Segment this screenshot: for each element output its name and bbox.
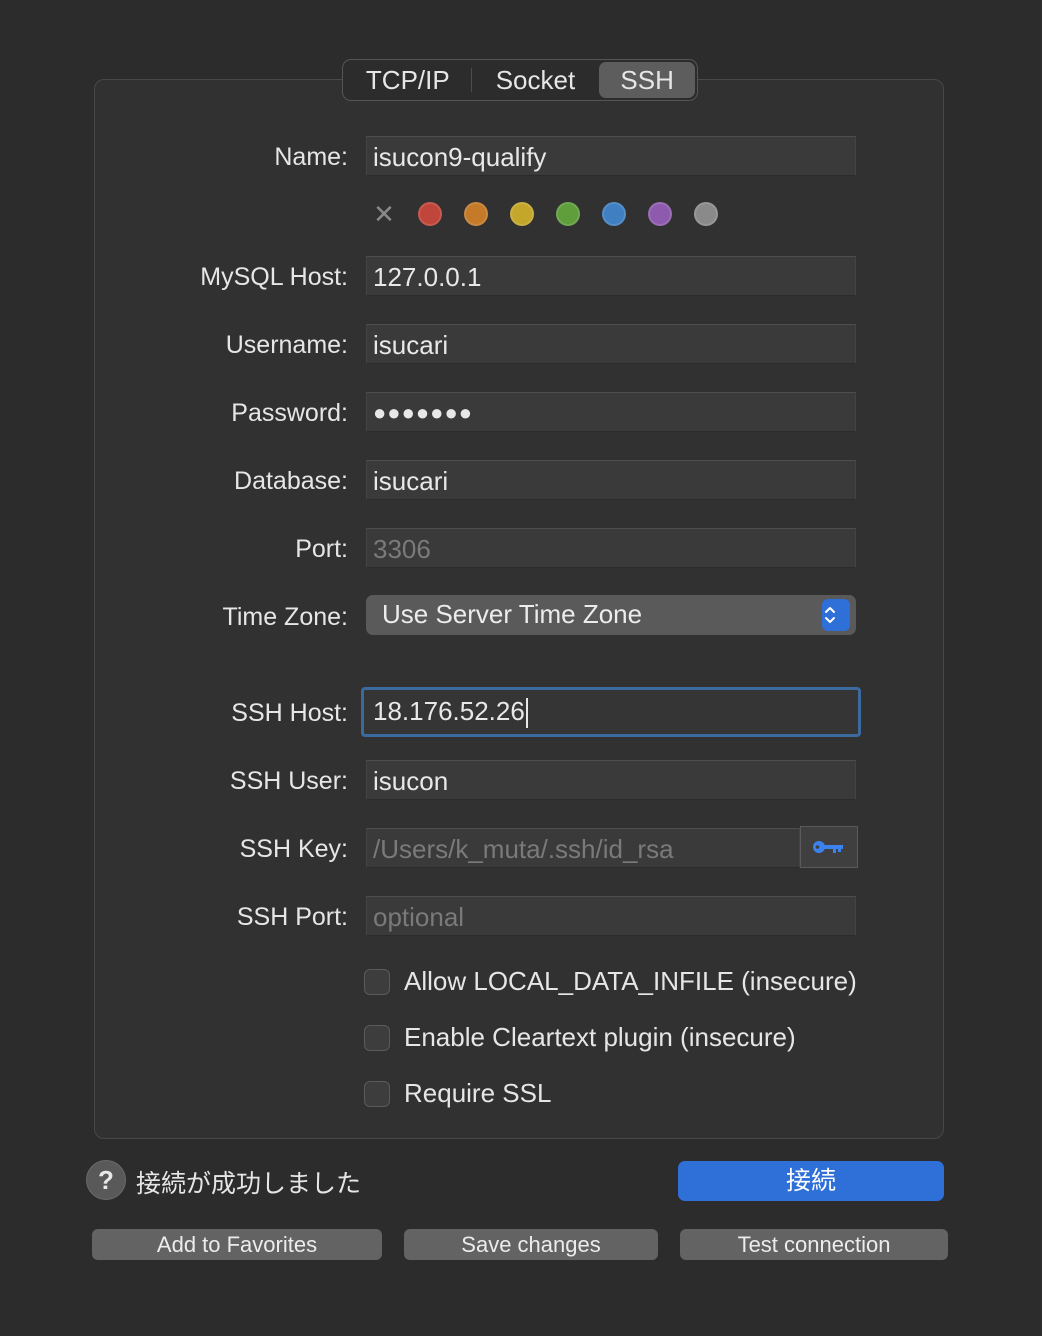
- ssh-key-label: SSH Key:: [239, 835, 348, 863]
- mysql-host-field[interactable]: 127.0.0.1: [366, 256, 856, 296]
- enable-cleartext-plugin-checkbox[interactable]: [364, 1024, 390, 1051]
- tab-ssh[interactable]: SSH: [599, 62, 695, 98]
- ssh-host-field[interactable]: 18.176.52.26: [361, 687, 861, 737]
- require-ssl-option[interactable]: Require SSL: [364, 1078, 551, 1109]
- ssh-port-field[interactable]: optional: [366, 896, 856, 936]
- no-color-icon[interactable]: ✕: [372, 201, 396, 227]
- ssh-user-label: SSH User:: [229, 767, 348, 795]
- username-label: Username:: [225, 331, 348, 359]
- ssh-host-value: 18.176.52.26: [373, 696, 525, 726]
- enable-cleartext-plugin-label: Enable Cleartext plugin (insecure): [404, 1022, 796, 1052]
- test-connection-button[interactable]: Test connection: [680, 1229, 948, 1260]
- key-icon: [813, 841, 843, 853]
- ssh-key-browse-button[interactable]: [800, 826, 858, 868]
- connection-status-message: 接続が成功しました: [136, 1170, 362, 1198]
- connection-window: TCP/IP Socket SSH Name: isucon9-qualify …: [0, 0, 1042, 1336]
- connection-type-tabs: TCP/IP Socket SSH: [342, 59, 698, 101]
- ssh-port-label: SSH Port:: [236, 903, 348, 931]
- connect-button[interactable]: 接続: [678, 1161, 944, 1201]
- tab-tcpip[interactable]: TCP/IP: [345, 62, 471, 98]
- time-zone-label: Time Zone:: [222, 603, 348, 631]
- help-button[interactable]: ?: [86, 1160, 126, 1200]
- password-field[interactable]: ●●●●●●●: [366, 392, 856, 432]
- allow-local-data-infile-label: Allow LOCAL_DATA_INFILE (insecure): [404, 966, 857, 996]
- mysql-host-label: MySQL Host:: [200, 263, 348, 291]
- time-zone-select[interactable]: Use Server Time Zone: [366, 595, 856, 635]
- database-field[interactable]: isucari: [366, 460, 856, 500]
- time-zone-value: Use Server Time Zone: [382, 599, 643, 629]
- color-tag-yellow[interactable]: [510, 202, 534, 226]
- color-tag-red[interactable]: [418, 202, 442, 226]
- require-ssl-label: Require SSL: [404, 1078, 552, 1108]
- color-tag-picker: ✕: [372, 201, 740, 227]
- color-tag-purple[interactable]: [648, 202, 672, 226]
- color-tag-green[interactable]: [556, 202, 580, 226]
- username-field[interactable]: isucari: [366, 324, 856, 364]
- allow-local-data-infile-checkbox[interactable]: [364, 968, 390, 995]
- name-field[interactable]: isucon9-qualify: [366, 136, 856, 176]
- add-to-favorites-button[interactable]: Add to Favorites: [92, 1229, 382, 1260]
- enable-cleartext-plugin-option[interactable]: Enable Cleartext plugin (insecure): [364, 1022, 796, 1053]
- port-field[interactable]: 3306: [366, 528, 856, 568]
- ssh-host-label: SSH Host:: [231, 699, 348, 727]
- allow-local-data-infile-option[interactable]: Allow LOCAL_DATA_INFILE (insecure): [364, 966, 857, 997]
- ssh-key-field[interactable]: /Users/k_muta/.ssh/id_rsa: [366, 828, 800, 868]
- ssh-user-field[interactable]: isucon: [366, 760, 856, 800]
- save-changes-button[interactable]: Save changes: [404, 1229, 658, 1260]
- tab-socket[interactable]: Socket: [472, 62, 600, 98]
- require-ssl-checkbox[interactable]: [364, 1080, 390, 1107]
- database-label: Database:: [234, 467, 348, 495]
- text-caret: [525, 698, 528, 729]
- color-tag-blue[interactable]: [602, 202, 626, 226]
- port-label: Port:: [295, 535, 348, 563]
- color-tag-gray[interactable]: [694, 202, 718, 226]
- chevron-up-down-icon: [822, 599, 850, 631]
- password-label: Password:: [231, 399, 348, 427]
- name-label: Name:: [274, 143, 348, 171]
- color-tag-orange[interactable]: [464, 202, 488, 226]
